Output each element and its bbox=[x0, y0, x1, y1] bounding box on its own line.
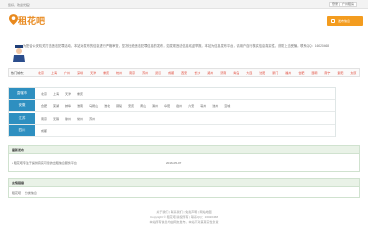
top-bar: 您好，欢迎光临！ 登录 广州租房 bbox=[0, 0, 368, 9]
hot-city-link[interactable]: 太原 bbox=[350, 71, 356, 75]
region-city-link[interactable]: 徐州 bbox=[65, 117, 71, 121]
logo-text: 租花吧 bbox=[18, 17, 46, 27]
notice-text: 为配合公安机关打击违法犯罪活动，本站对发布的信息进行严格审查，坚决杜绝违法犯罪信… bbox=[23, 44, 330, 48]
region-city-link[interactable]: 六安 bbox=[188, 104, 194, 108]
region-name[interactable]: 直辖市 bbox=[9, 88, 35, 99]
hot-city-link[interactable]: 沈阳 bbox=[259, 71, 265, 75]
hot-city-link[interactable]: 昆明 bbox=[311, 71, 317, 75]
region-city-link[interactable]: 滁州 bbox=[152, 104, 158, 108]
hot-city-link[interactable]: 合肥 bbox=[298, 71, 304, 75]
friend-links-title: 友情链接 bbox=[9, 179, 359, 187]
hot-city-link[interactable]: 大连 bbox=[246, 71, 252, 75]
hot-city-link[interactable]: 成都 bbox=[168, 71, 174, 75]
region-city-link[interactable]: 合肥 bbox=[41, 104, 47, 108]
friend-links-box: 友情链接 租花吧 分类信息 bbox=[8, 178, 360, 198]
region-city-link[interactable]: 天津 bbox=[65, 92, 71, 96]
region-city-link[interactable]: 上海 bbox=[53, 92, 59, 96]
hot-city-list: 北京 上海 广州 深圳 天津 重庆 杭州 南京 苏州 武汉 成都 西安 长沙 郑州 济南 青岛 大连 沈阳 厦门 福州… bbox=[38, 71, 358, 75]
post-info-label: 发布信息 bbox=[338, 19, 351, 23]
region-city-link[interactable]: 亳州 bbox=[200, 104, 206, 108]
hot-city-link[interactable]: 重庆 bbox=[103, 71, 109, 75]
region-city-link[interactable]: 池州 bbox=[212, 104, 218, 108]
latest-post-link[interactable]: • 租花吧专注于提供真实可靠的出租信息服务平台 bbox=[12, 161, 77, 165]
region-table: 直辖市 北京 上海 天津 重庆安徽 合肥 芜湖 蚌埠 淮南 马鞍山 淮北 铜陵 安庆 黄山 滁州 阜阳 宿州 六安… bbox=[8, 87, 336, 138]
region-city-link[interactable]: 宣城 bbox=[224, 104, 230, 108]
region-city-link[interactable]: 苏州 bbox=[89, 117, 95, 121]
region-city-link[interactable]: 无锡 bbox=[53, 117, 59, 121]
region-city-link[interactable]: 北京 bbox=[41, 92, 47, 96]
hot-city-link[interactable]: 济南 bbox=[220, 71, 226, 75]
region-row: 直辖市 北京 上海 天津 重庆 bbox=[9, 88, 335, 100]
hot-city-link[interactable]: 广州 bbox=[64, 71, 70, 75]
hot-city-link[interactable]: 西安 bbox=[181, 71, 187, 75]
hot-city-link[interactable]: 苏州 bbox=[142, 71, 148, 75]
region-city-list: 北京 上海 天津 重庆 bbox=[41, 92, 89, 96]
hot-city-link[interactable]: 上海 bbox=[51, 71, 57, 75]
latest-posts-title: 最新发布 bbox=[9, 146, 359, 154]
register-link[interactable]: 广州租房 bbox=[339, 2, 358, 7]
region-city-link[interactable]: 宿州 bbox=[176, 104, 182, 108]
friend-links-list: 租花吧 分类信息 bbox=[12, 191, 37, 195]
hot-city-link[interactable]: 福州 bbox=[285, 71, 291, 75]
region-city-link[interactable]: 铜陵 bbox=[116, 104, 122, 108]
hot-city-link[interactable]: 北京 bbox=[38, 71, 44, 75]
hot-city-link[interactable]: 南宁 bbox=[324, 71, 330, 75]
latest-post-date: 2016-05-07 bbox=[166, 161, 182, 165]
hot-city-link[interactable]: 长沙 bbox=[194, 71, 200, 75]
region-city-link[interactable]: 淮北 bbox=[104, 104, 110, 108]
region-city-link[interactable]: 阜阳 bbox=[164, 104, 170, 108]
site-logo[interactable]: 租花吧 bbox=[6, 11, 45, 29]
region-row: 安徽 合肥 芜湖 蚌埠 淮南 马鞍山 淮北 铜陵 安庆 黄山 滁州 阜阳 宿州 六安 亳州 池州 宣城 bbox=[9, 100, 335, 113]
region-city-link[interactable]: 蚌埠 bbox=[65, 104, 71, 108]
hot-city-link[interactable]: 郑州 bbox=[207, 71, 213, 75]
hot-city-link[interactable]: 武汉 bbox=[155, 71, 161, 75]
region-row: 四川 成都 bbox=[9, 125, 335, 138]
hot-city-link[interactable]: 贵阳 bbox=[337, 71, 343, 75]
region-city-link[interactable]: 黄山 bbox=[140, 104, 146, 108]
region-city-link[interactable]: 成都 bbox=[41, 129, 47, 133]
region-city-link[interactable]: 淮南 bbox=[77, 104, 83, 108]
hot-city-link[interactable]: 厦门 bbox=[272, 71, 278, 75]
region-name[interactable]: 四川 bbox=[9, 125, 35, 137]
region-row: 江苏 南京 无锡 徐州 常州 苏州 bbox=[9, 112, 335, 125]
region-city-link[interactable]: 南京 bbox=[41, 117, 47, 121]
region-city-list: 成都 bbox=[41, 129, 53, 133]
post-info-button[interactable]: 发布信息 bbox=[327, 16, 363, 26]
hot-city-link[interactable]: 青岛 bbox=[233, 71, 239, 75]
region-city-list: 合肥 芜湖 蚌埠 淮南 马鞍山 淮北 铜陵 安庆 黄山 滁州 阜阳 宿州 六安 亳州 池州 宣城 bbox=[41, 104, 236, 108]
friend-link[interactable]: 租花吧 bbox=[12, 191, 21, 195]
hot-city-link[interactable]: 杭州 bbox=[116, 71, 122, 75]
region-name[interactable]: 江苏 bbox=[9, 112, 35, 124]
footer-disclaimer: 本站所有信息均由网友发布，本站不对其真实性负责 bbox=[149, 220, 219, 224]
location-pin-icon bbox=[9, 14, 18, 25]
region-city-link[interactable]: 芜湖 bbox=[53, 104, 59, 108]
region-city-link[interactable]: 重庆 bbox=[77, 92, 83, 96]
notice-section: 为配合公安机关打击违法犯罪活动，本站对发布的信息进行严格审查，坚决杜绝违法犯罪信… bbox=[13, 44, 349, 62]
hot-city-link[interactable]: 深圳 bbox=[77, 71, 83, 75]
region-name[interactable]: 安徽 bbox=[9, 100, 35, 112]
edit-icon bbox=[331, 19, 335, 23]
region-city-link[interactable]: 安庆 bbox=[128, 104, 134, 108]
hot-cities-bar: 热门城市： 北京 上海 广州 深圳 天津 重庆 杭州 南京 苏州 武汉 成都 西安 长沙 郑州 济南 青岛 大连… bbox=[8, 68, 360, 77]
friend-link[interactable]: 分类信息 bbox=[25, 191, 37, 195]
welcome-text: 您好，欢迎光临！ bbox=[8, 3, 33, 7]
footer: 关于我们 | 联系我们 | 免责声明 | 网站地图 Copyright © 租花… bbox=[0, 210, 368, 225]
hot-cities-label: 热门城市： bbox=[11, 71, 27, 75]
latest-posts-box: 最新发布 • 租花吧专注于提供真实可靠的出租信息服务平台 2016-05-07 bbox=[8, 145, 360, 172]
region-city-list: 南京 无锡 徐州 常州 苏州 bbox=[41, 117, 101, 121]
hot-city-link[interactable]: 南京 bbox=[129, 71, 135, 75]
hot-city-link[interactable]: 天津 bbox=[90, 71, 96, 75]
region-city-link[interactable]: 常州 bbox=[77, 117, 83, 121]
region-city-link[interactable]: 马鞍山 bbox=[89, 104, 98, 108]
